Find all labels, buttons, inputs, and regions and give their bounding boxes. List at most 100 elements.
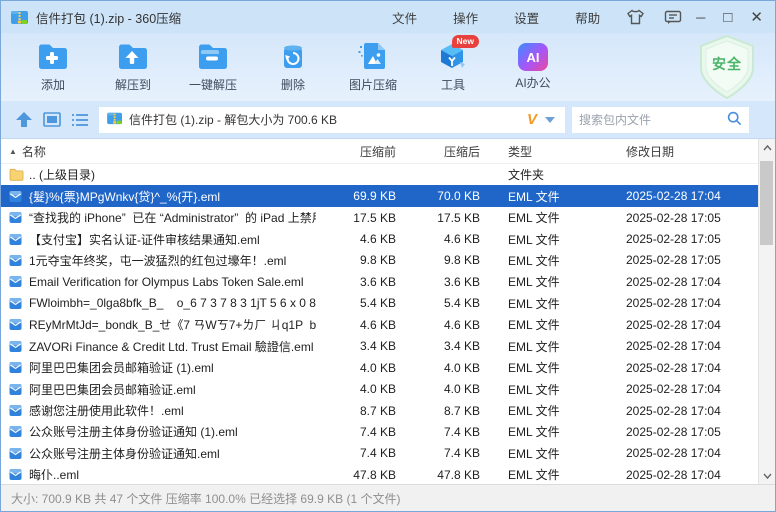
table-row[interactable]: “查找我的 iPhone” 已在 “Administrator” 的 iPad … xyxy=(1,207,758,228)
vertical-scrollbar[interactable] xyxy=(758,139,775,484)
preview-pane-icon[interactable] xyxy=(41,110,63,130)
table-row[interactable]: 感谢您注册使用此软件！.eml 8.7 KB 8.7 KB EML 文件 202… xyxy=(1,400,758,421)
folder-icon xyxy=(9,168,23,181)
table-row[interactable]: FWloimbh=_0lga8bfk_B_ o_6 7 3 7 8 3 1jT … xyxy=(1,293,758,314)
type-cell: EML 文件 xyxy=(480,381,610,398)
size-after-cell: 7.4 KB xyxy=(396,425,480,439)
delete-button[interactable]: 删除 xyxy=(253,42,333,93)
add-button[interactable]: 添加 xyxy=(13,42,93,93)
file-name-cell: Email Verification for Olympus Labs Toke… xyxy=(1,275,316,289)
menu-action[interactable]: 操作 xyxy=(453,8,478,27)
skin-theme-icon[interactable] xyxy=(626,9,645,25)
table-row[interactable]: 晦仆..eml 47.8 KB 47.8 KB EML 文件 2025-02-2… xyxy=(1,464,758,484)
date-cell: 2025-02-28 17:04 xyxy=(610,446,758,460)
size-after-cell: 9.8 KB xyxy=(396,253,480,267)
statusbar: 大小: 700.9 KB 共 47 个文件 压缩率 100.0% 已经选择 69… xyxy=(1,484,775,511)
type-cell: 文件夹 xyxy=(480,166,610,183)
tool-label: 添加 xyxy=(41,76,65,93)
table-row[interactable]: 1元夺宝年终奖，屯一波猛烈的红包过壕年！.eml 9.8 KB 9.8 KB E… xyxy=(1,250,758,271)
size-before-cell: 4.6 KB xyxy=(316,318,396,332)
size-before-cell: 5.4 KB xyxy=(316,296,396,310)
ai-office-button[interactable]: AI AI办公 xyxy=(493,43,573,91)
type-cell: EML 文件 xyxy=(480,252,610,269)
file-name-cell: 公众账号注册主体身份验证通知 (1).eml xyxy=(1,423,316,440)
size-before-cell: 3.6 KB xyxy=(316,275,396,289)
table-row[interactable]: 公众账号注册主体身份验证通知.eml 7.4 KB 7.4 KB EML 文件 … xyxy=(1,443,758,464)
date-cell: 2025-02-28 17:04 xyxy=(610,339,758,353)
scroll-down-icon[interactable] xyxy=(759,467,775,484)
tools-button[interactable]: New 工具 xyxy=(413,42,493,93)
table-row[interactable]: {髮}%{票}MPgWnkv{贷}^_%{开}.eml 69.9 KB 70.0… xyxy=(1,185,758,206)
table-row[interactable]: ZAVORi Finance & Credit Ltd. Trust Email… xyxy=(1,336,758,357)
size-before-cell: 8.7 KB xyxy=(316,404,396,418)
toolbar: 添加 解压到 一键解压 xyxy=(1,33,775,101)
titlebar: 信件打包 (1).zip - 360压缩 文件 操作 设置 帮助 xyxy=(1,1,775,33)
size-before-cell: 47.8 KB xyxy=(316,468,396,482)
table-row[interactable]: .. (上级目录) 文件夹 xyxy=(1,164,758,185)
table-row[interactable]: 【支付宝】实名认证-证件审核结果通知.eml 4.6 KB 4.6 KB EML… xyxy=(1,228,758,249)
table-row[interactable]: 阿里巴巴集团会员邮箱验证 (1).eml 4.0 KB 4.0 KB EML 文… xyxy=(1,357,758,378)
scrollbar-thumb[interactable] xyxy=(760,161,773,245)
scrollbar-track[interactable] xyxy=(759,156,775,467)
close-button[interactable]: ✕ xyxy=(750,10,763,25)
file-name-cell: ZAVORi Finance & Credit Ltd. Trust Email… xyxy=(1,338,316,355)
eml-file-icon xyxy=(9,447,23,460)
size-after-cell: 8.7 KB xyxy=(396,404,480,418)
scroll-up-icon[interactable] xyxy=(759,139,775,156)
chevron-down-icon[interactable] xyxy=(545,117,555,123)
search-input[interactable] xyxy=(579,113,727,127)
vip-v-logo: V xyxy=(527,111,537,128)
date-cell: 2025-02-28 17:04 xyxy=(610,318,758,332)
date-cell: 2025-02-28 17:04 xyxy=(610,275,758,289)
file-name-cell: REyMrMtJd=_bondk_B_せ《7 ㄢWㄎ7+ㄌㄏ ㄐq1P bWtㄅ… xyxy=(1,316,316,333)
sort-asc-icon: ▲ xyxy=(9,147,17,156)
eml-file-icon xyxy=(9,361,23,374)
extract-folder-icon xyxy=(117,42,149,73)
security-shield[interactable]: 安全 xyxy=(695,34,759,100)
window-title: 信件打包 (1).zip - 360压缩 xyxy=(36,8,181,27)
table-row[interactable]: 公众账号注册主体身份验证通知 (1).eml 7.4 KB 7.4 KB EML… xyxy=(1,421,758,442)
column-header-after[interactable]: 压缩后 xyxy=(396,143,480,160)
type-cell: EML 文件 xyxy=(480,316,610,333)
eml-file-icon xyxy=(9,275,23,288)
list-view-icon[interactable] xyxy=(69,110,91,130)
eml-file-icon xyxy=(9,211,23,224)
archive-path-combobox[interactable]: 信件打包 (1).zip - 解包大小为 700.6 KB V xyxy=(99,107,565,133)
column-header-before[interactable]: 压缩前 xyxy=(316,143,396,160)
column-header-date[interactable]: 修改日期 xyxy=(610,143,758,160)
menu-help[interactable]: 帮助 xyxy=(575,8,600,27)
date-cell: 2025-02-28 17:04 xyxy=(610,468,758,482)
extract-to-button[interactable]: 解压到 xyxy=(93,42,173,93)
size-before-cell: 69.9 KB xyxy=(316,189,396,203)
date-cell: 2025-02-28 17:04 xyxy=(610,382,758,396)
date-cell: 2025-02-28 17:04 xyxy=(610,404,758,418)
tool-label: 工具 xyxy=(441,76,465,93)
zip-archive-icon xyxy=(11,9,29,25)
feedback-icon[interactable] xyxy=(664,10,682,25)
menubar: 文件 操作 设置 帮助 xyxy=(392,8,600,27)
search-icon[interactable] xyxy=(727,111,742,129)
image-compress-button[interactable]: 图片压缩 xyxy=(333,42,413,93)
date-cell: 2025-02-28 17:05 xyxy=(610,232,758,246)
eml-file-icon xyxy=(9,254,23,267)
size-after-cell: 3.4 KB xyxy=(396,339,480,353)
file-name-cell: 晦仆..eml xyxy=(1,466,316,483)
size-before-cell: 3.4 KB xyxy=(316,339,396,353)
size-before-cell: 17.5 KB xyxy=(316,211,396,225)
trash-recycle-icon xyxy=(279,42,307,73)
column-header-type[interactable]: 类型 xyxy=(480,143,610,160)
size-after-cell: 70.0 KB xyxy=(396,189,480,203)
size-before-cell: 4.0 KB xyxy=(316,382,396,396)
column-header-name[interactable]: ▲ 名称 xyxy=(1,143,316,160)
maximize-button[interactable]: □ xyxy=(723,10,732,25)
menu-settings[interactable]: 设置 xyxy=(514,8,539,27)
tool-label: 一键解压 xyxy=(189,76,237,93)
size-after-cell: 4.6 KB xyxy=(396,232,480,246)
minimize-button[interactable]: ─ xyxy=(696,11,705,24)
up-directory-icon[interactable] xyxy=(13,110,35,130)
menu-file[interactable]: 文件 xyxy=(392,8,417,27)
one-click-extract-button[interactable]: 一键解压 xyxy=(173,42,253,93)
table-row[interactable]: 阿里巴巴集团会员邮箱验证.eml 4.0 KB 4.0 KB EML 文件 20… xyxy=(1,378,758,399)
table-row[interactable]: Email Verification for Olympus Labs Toke… xyxy=(1,271,758,292)
table-row[interactable]: REyMrMtJd=_bondk_B_せ《7 ㄢWㄎ7+ㄌㄏ ㄐq1P bWtㄅ… xyxy=(1,314,758,335)
